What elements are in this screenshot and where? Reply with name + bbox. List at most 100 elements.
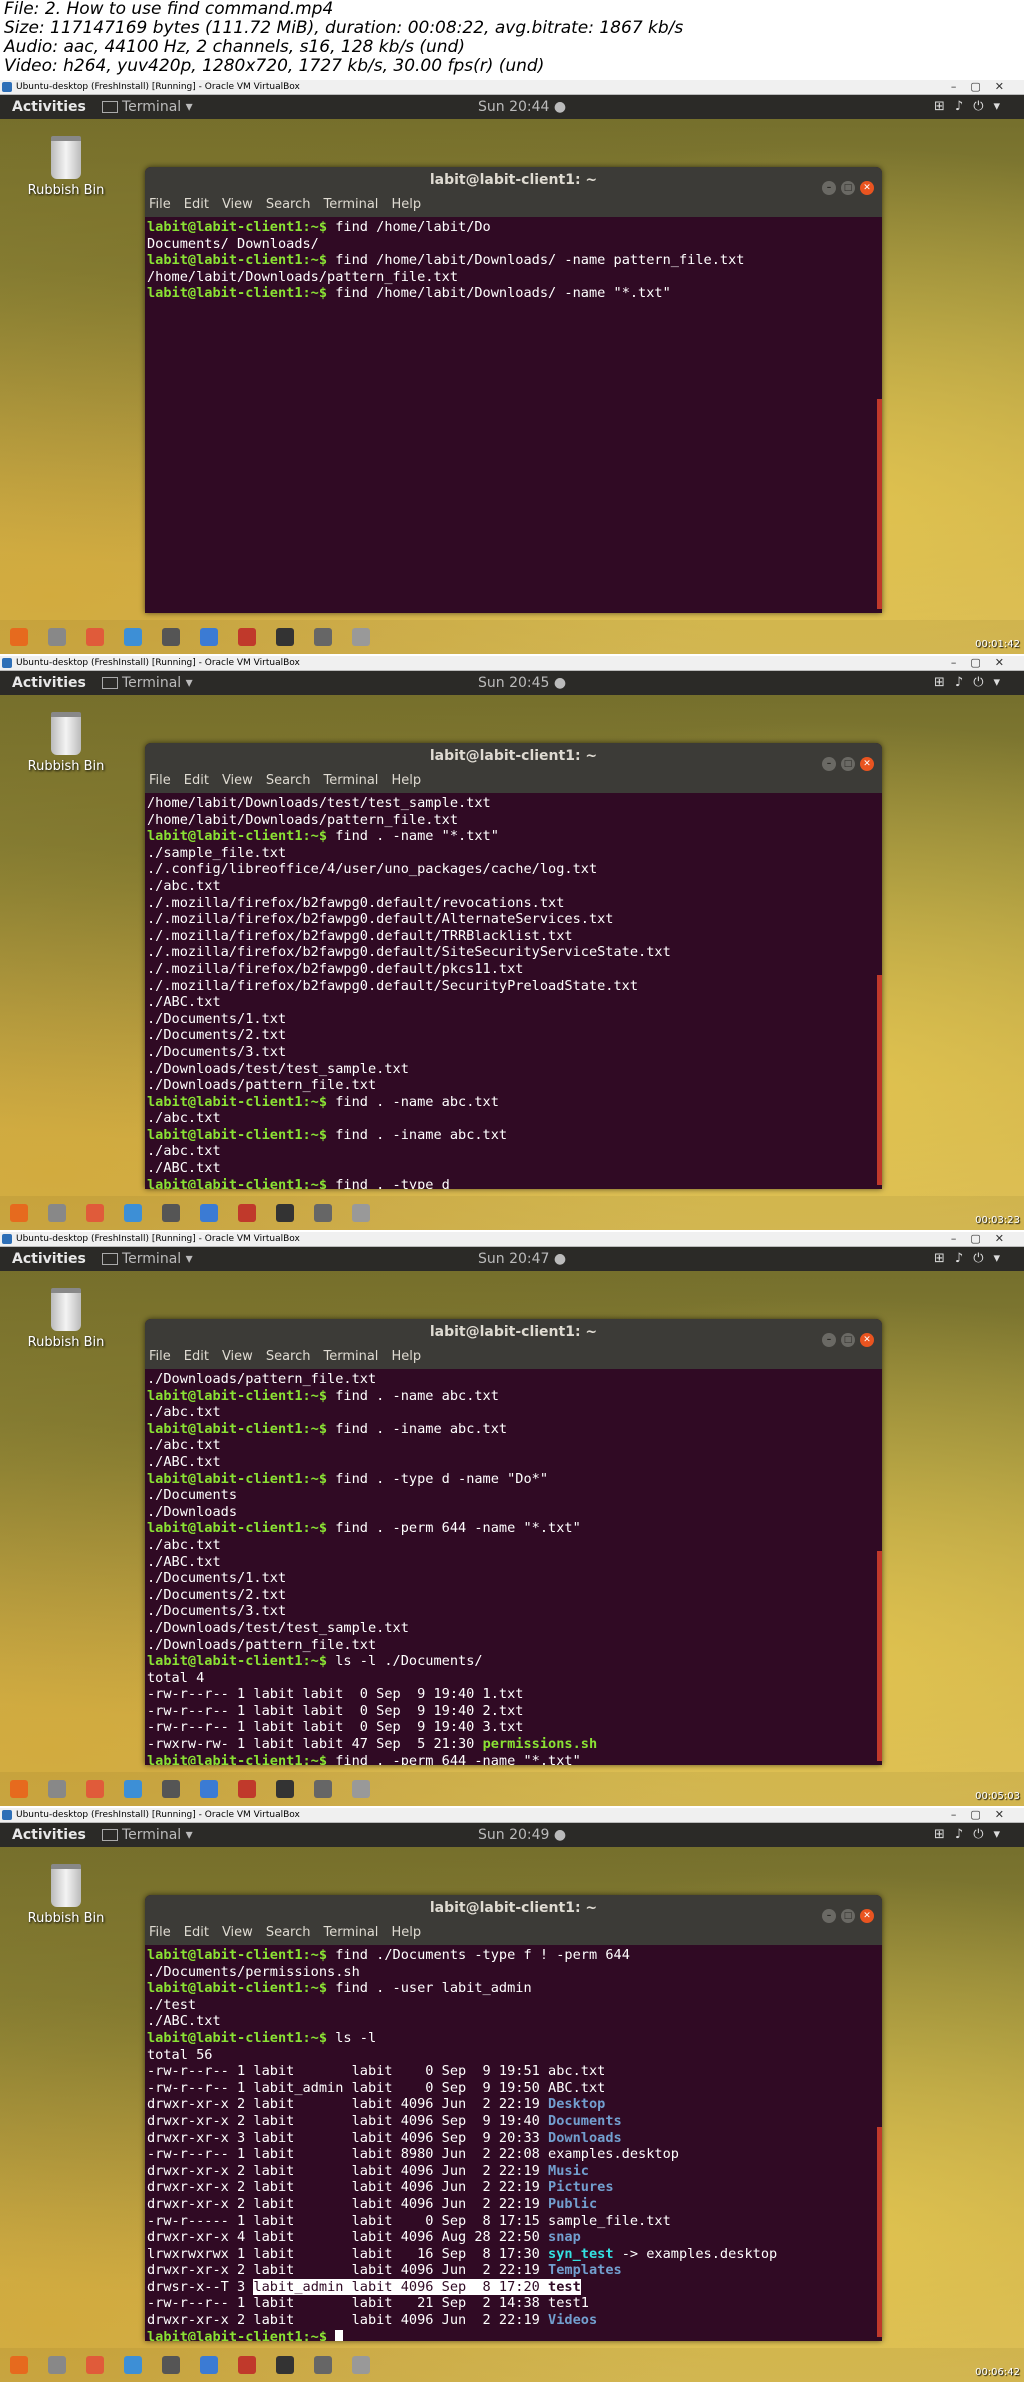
system-tray[interactable]: ⊞♪⏻▾ bbox=[934, 1823, 1010, 1847]
terminal-output[interactable]: ./Downloads/pattern_file.txt labit@labit-… bbox=[145, 1369, 882, 1765]
terminal-output[interactable]: labit@labit-client1:~$ find /home/labit/… bbox=[145, 217, 882, 304]
minimize-button[interactable]: – bbox=[822, 1909, 836, 1923]
dock-app-icon[interactable] bbox=[200, 2356, 218, 2374]
menu-help[interactable]: Help bbox=[391, 197, 421, 212]
dock-app-icon[interactable] bbox=[48, 2356, 66, 2374]
dock-app-icon[interactable] bbox=[124, 628, 142, 646]
dock-app-icon[interactable] bbox=[200, 1780, 218, 1798]
dock-app-icon[interactable] bbox=[86, 1204, 104, 1222]
menu-edit[interactable]: Edit bbox=[184, 1925, 209, 1940]
app-menu[interactable]: Terminal ▾ bbox=[102, 1247, 193, 1271]
dock-app-icon[interactable] bbox=[276, 628, 294, 646]
app-menu[interactable]: Terminal ▾ bbox=[102, 671, 193, 695]
dock-app-icon[interactable] bbox=[200, 628, 218, 646]
dock-app-icon[interactable] bbox=[162, 1780, 180, 1798]
close-button[interactable]: ✕ bbox=[860, 1333, 874, 1347]
rubbish-bin[interactable]: Rubbish Bin bbox=[26, 1864, 106, 1926]
terminal-output[interactable]: /home/labit/Downloads/test/test_sample.t… bbox=[145, 793, 882, 1189]
dock-app-icon[interactable] bbox=[86, 628, 104, 646]
maximize-button[interactable]: □ bbox=[841, 757, 855, 771]
dock-app-icon[interactable] bbox=[162, 628, 180, 646]
menu-view[interactable]: View bbox=[222, 197, 253, 212]
menu-help[interactable]: Help bbox=[391, 773, 421, 788]
activities-button[interactable]: Activities bbox=[12, 95, 86, 119]
dock-app-icon[interactable] bbox=[48, 628, 66, 646]
terminal-scrollbar[interactable] bbox=[877, 2127, 882, 2337]
dock-app-icon[interactable] bbox=[276, 2356, 294, 2374]
menu-view[interactable]: View bbox=[222, 1349, 253, 1364]
menu-search[interactable]: Search bbox=[266, 773, 311, 788]
maximize-button[interactable]: □ bbox=[841, 1909, 855, 1923]
menu-edit[interactable]: Edit bbox=[184, 1349, 209, 1364]
terminal-scrollbar[interactable] bbox=[877, 975, 882, 1185]
dock-app-icon[interactable] bbox=[276, 1780, 294, 1798]
activities-button[interactable]: Activities bbox=[12, 1823, 86, 1847]
clock[interactable]: Sun 20:45 ● bbox=[478, 671, 566, 695]
system-tray[interactable]: ⊞♪⏻▾ bbox=[934, 671, 1010, 695]
terminal-window[interactable]: labit@labit-client1: ~ – □ ✕ File Edit View Sea… bbox=[145, 167, 882, 613]
dock-app-icon[interactable] bbox=[86, 2356, 104, 2374]
dock-app-icon[interactable] bbox=[162, 1204, 180, 1222]
dock-app-icon[interactable] bbox=[352, 1204, 370, 1222]
dock-app-icon[interactable] bbox=[200, 1204, 218, 1222]
dock-app-icon[interactable] bbox=[86, 1780, 104, 1798]
menu-help[interactable]: Help bbox=[391, 1925, 421, 1940]
dock-app-icon[interactable] bbox=[48, 1780, 66, 1798]
activities-button[interactable]: Activities bbox=[12, 1247, 86, 1271]
dock-app-icon[interactable] bbox=[314, 1780, 332, 1798]
terminal-window[interactable]: labit@labit-client1: ~ – □ ✕ File Edit View Sea… bbox=[145, 743, 882, 1189]
menu-terminal[interactable]: Terminal bbox=[323, 1349, 378, 1364]
menu-search[interactable]: Search bbox=[266, 1925, 311, 1940]
dock-app-icon[interactable] bbox=[314, 2356, 332, 2374]
menu-edit[interactable]: Edit bbox=[184, 773, 209, 788]
minimize-button[interactable]: – bbox=[822, 1333, 836, 1347]
dock-app-icon[interactable] bbox=[124, 1780, 142, 1798]
terminal-titlebar[interactable]: labit@labit-client1: ~ – □ ✕ bbox=[145, 1895, 882, 1923]
dock-app-icon[interactable] bbox=[352, 2356, 370, 2374]
dock-app-icon[interactable] bbox=[352, 628, 370, 646]
dock-app-icon[interactable] bbox=[10, 2356, 28, 2374]
menu-terminal[interactable]: Terminal bbox=[323, 773, 378, 788]
dock-app-icon[interactable] bbox=[124, 1204, 142, 1222]
dock-app-icon[interactable] bbox=[238, 1204, 256, 1222]
clock[interactable]: Sun 20:47 ● bbox=[478, 1247, 566, 1271]
close-button[interactable]: ✕ bbox=[860, 757, 874, 771]
menu-terminal[interactable]: Terminal bbox=[323, 1925, 378, 1940]
dock-app-icon[interactable] bbox=[10, 1204, 28, 1222]
clock[interactable]: Sun 20:44 ● bbox=[478, 95, 566, 119]
maximize-button[interactable]: □ bbox=[841, 1333, 855, 1347]
app-menu[interactable]: Terminal ▾ bbox=[102, 1823, 193, 1847]
window-controls[interactable]: –▢✕ bbox=[951, 1232, 1018, 1246]
menu-view[interactable]: View bbox=[222, 773, 253, 788]
maximize-button[interactable]: □ bbox=[841, 181, 855, 195]
window-controls[interactable]: –▢✕ bbox=[951, 656, 1018, 670]
menu-view[interactable]: View bbox=[222, 1925, 253, 1940]
minimize-button[interactable]: – bbox=[822, 181, 836, 195]
menu-edit[interactable]: Edit bbox=[184, 197, 209, 212]
dock-app-icon[interactable] bbox=[10, 628, 28, 646]
rubbish-bin[interactable]: Rubbish Bin bbox=[26, 136, 106, 198]
minimize-button[interactable]: – bbox=[822, 757, 836, 771]
terminal-output[interactable]: labit@labit-client1:~$ find ./Documents … bbox=[145, 1945, 882, 2341]
dock-app-icon[interactable] bbox=[276, 1204, 294, 1222]
rubbish-bin[interactable]: Rubbish Bin bbox=[26, 712, 106, 774]
menu-help[interactable]: Help bbox=[391, 1349, 421, 1364]
dock-app-icon[interactable] bbox=[352, 1780, 370, 1798]
menu-file[interactable]: File bbox=[149, 197, 171, 212]
terminal-window[interactable]: labit@labit-client1: ~ – □ ✕ File Edit View Sea… bbox=[145, 1895, 882, 2341]
menu-file[interactable]: File bbox=[149, 773, 171, 788]
window-controls[interactable]: –▢✕ bbox=[951, 80, 1018, 94]
rubbish-bin[interactable]: Rubbish Bin bbox=[26, 1288, 106, 1350]
dock-app-icon[interactable] bbox=[238, 2356, 256, 2374]
terminal-titlebar[interactable]: labit@labit-client1: ~ – □ ✕ bbox=[145, 743, 882, 771]
terminal-scrollbar[interactable] bbox=[877, 1551, 882, 1761]
menu-search[interactable]: Search bbox=[266, 1349, 311, 1364]
system-tray[interactable]: ⊞♪⏻▾ bbox=[934, 95, 1010, 119]
close-button[interactable]: ✕ bbox=[860, 181, 874, 195]
dock-app-icon[interactable] bbox=[314, 628, 332, 646]
terminal-titlebar[interactable]: labit@labit-client1: ~ – □ ✕ bbox=[145, 167, 882, 195]
dock-app-icon[interactable] bbox=[314, 1204, 332, 1222]
menu-file[interactable]: File bbox=[149, 1925, 171, 1940]
menu-terminal[interactable]: Terminal bbox=[323, 197, 378, 212]
menu-search[interactable]: Search bbox=[266, 197, 311, 212]
